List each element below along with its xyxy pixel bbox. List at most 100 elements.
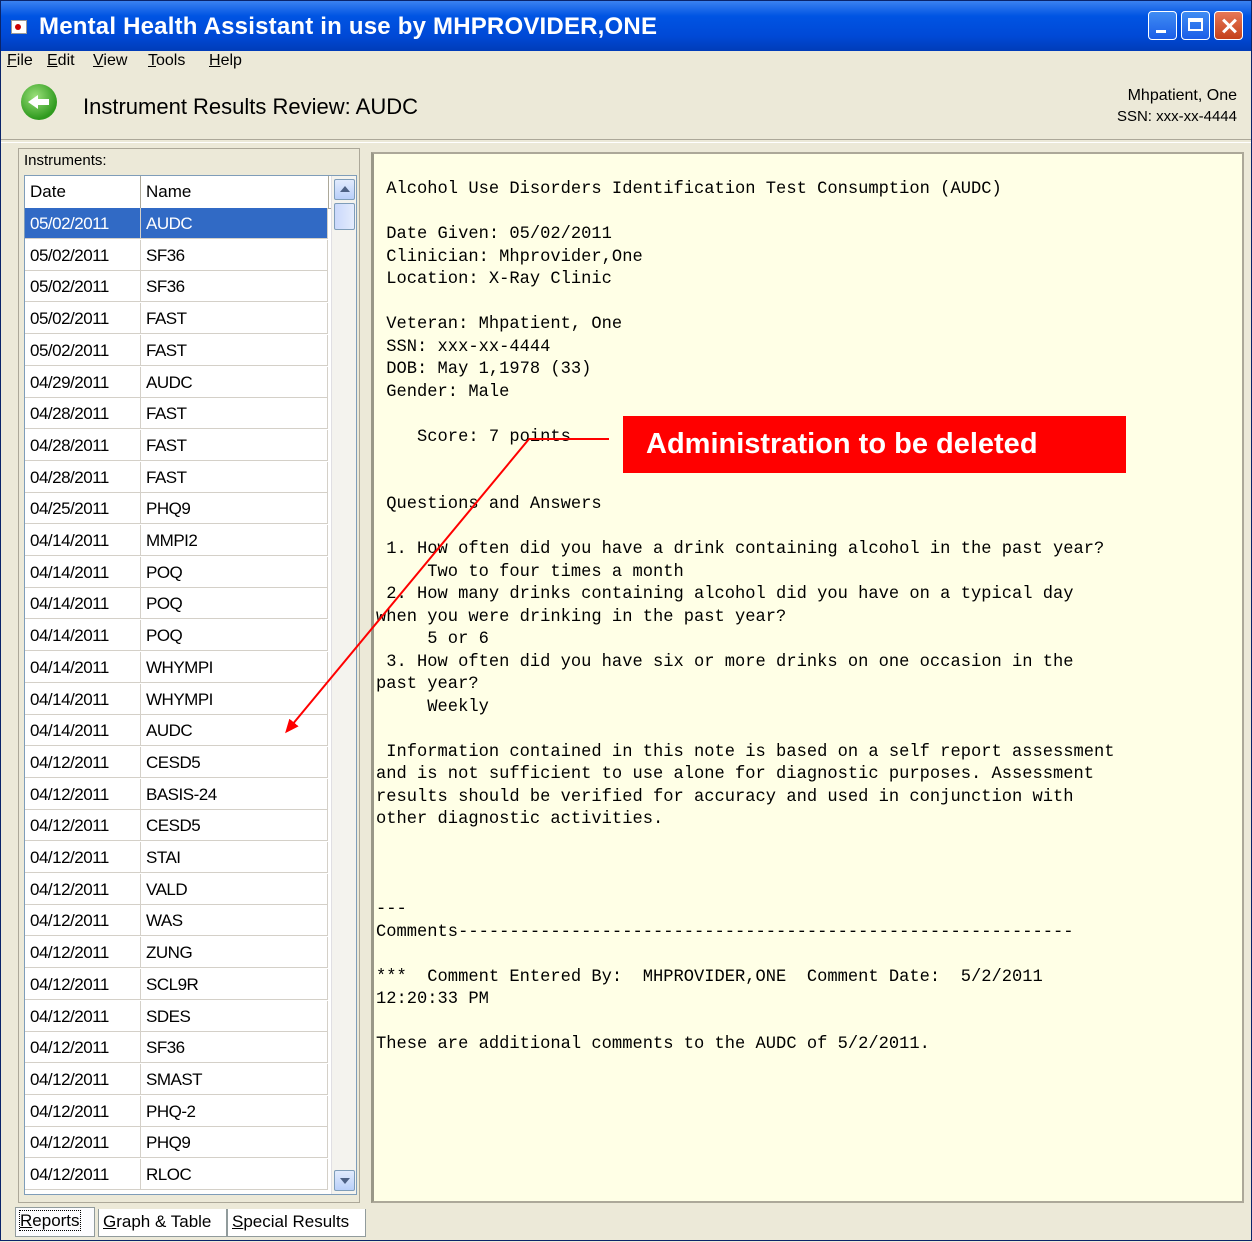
menu-view[interactable]: View bbox=[93, 52, 127, 70]
row-date: 04/12/2011 bbox=[25, 968, 141, 1000]
row-date: 04/28/2011 bbox=[25, 398, 141, 430]
menu-help[interactable]: Help bbox=[209, 52, 242, 70]
row-name: VALD bbox=[141, 873, 328, 905]
row-date: 05/02/2011 bbox=[25, 303, 141, 335]
patient-name: Mhpatient, One bbox=[1127, 87, 1237, 104]
list-scrollbar[interactable] bbox=[331, 176, 356, 1194]
column-header-date[interactable]: Date bbox=[25, 176, 141, 208]
row-date: 05/02/2011 bbox=[25, 271, 141, 303]
maximize-button[interactable] bbox=[1181, 11, 1210, 40]
minimize-button[interactable] bbox=[1148, 11, 1177, 40]
column-header-name[interactable]: Name bbox=[141, 176, 329, 208]
report-viewer[interactable]: Alcohol Use Disorders Identification Tes… bbox=[371, 152, 1244, 1203]
instruments-list[interactable]: Date Name 05/02/2011 AUDC 05/02/2011 SF36 05… bbox=[24, 175, 357, 1195]
row-name: SF36 bbox=[141, 239, 328, 271]
row-name: SCL9R bbox=[141, 968, 328, 1000]
table-row[interactable]: 05/02/2011 FAST bbox=[25, 303, 328, 335]
table-row[interactable]: 04/12/2011 SF36 bbox=[25, 1032, 328, 1064]
row-date: 04/12/2011 bbox=[25, 1127, 141, 1159]
row-name: FAST bbox=[141, 334, 328, 366]
patient-ssn: SSN: xxx-xx-4444 bbox=[1116, 108, 1237, 125]
row-date: 04/12/2011 bbox=[25, 937, 141, 969]
row-date: 04/12/2011 bbox=[25, 1032, 141, 1064]
table-row[interactable]: 04/12/2011 CESD5 bbox=[25, 746, 328, 778]
row-date: 04/28/2011 bbox=[25, 429, 141, 461]
instruments-label: Instruments: bbox=[24, 152, 107, 169]
table-row[interactable]: 04/28/2011 FAST bbox=[25, 429, 328, 461]
row-name: SF36 bbox=[141, 271, 328, 303]
table-row[interactable]: 05/02/2011 SF36 bbox=[25, 239, 328, 271]
row-date: 04/14/2011 bbox=[25, 620, 141, 652]
close-button[interactable] bbox=[1214, 11, 1243, 40]
row-date: 04/28/2011 bbox=[25, 461, 141, 493]
back-arrow-icon[interactable] bbox=[21, 84, 57, 120]
tab-special-results[interactable]: Special Results bbox=[227, 1209, 366, 1237]
table-row[interactable]: 04/12/2011 VALD bbox=[25, 873, 328, 905]
table-row[interactable]: 04/12/2011 ZUNG bbox=[25, 937, 328, 969]
row-name: RLOC bbox=[141, 1159, 328, 1190]
row-date: 04/14/2011 bbox=[25, 651, 141, 683]
table-row[interactable]: 05/02/2011 SF36 bbox=[25, 271, 328, 303]
window-title: Mental Health Assistant in use by MHPROV… bbox=[39, 13, 658, 40]
app-icon[interactable] bbox=[11, 20, 27, 34]
table-row[interactable]: 04/12/2011 RLOC bbox=[25, 1159, 328, 1190]
page-title: Instrument Results Review: AUDC bbox=[83, 94, 418, 119]
table-row[interactable]: 04/29/2011 AUDC bbox=[25, 366, 328, 398]
row-name: AUDC bbox=[141, 366, 328, 398]
table-row[interactable]: 04/14/2011 POQ bbox=[25, 620, 328, 652]
scroll-thumb[interactable] bbox=[334, 203, 355, 230]
row-date: 04/14/2011 bbox=[25, 588, 141, 620]
row-name: SMAST bbox=[141, 1063, 328, 1095]
row-date: 05/02/2011 bbox=[25, 334, 141, 366]
scroll-down-icon[interactable] bbox=[334, 1170, 355, 1191]
table-row[interactable]: 04/14/2011 MMPI2 bbox=[25, 525, 328, 556]
row-name: AUDC bbox=[141, 208, 328, 239]
row-name: WHYMPI bbox=[141, 651, 328, 683]
menu-file[interactable]: File bbox=[7, 52, 33, 70]
table-row[interactable]: 04/12/2011 SMAST bbox=[25, 1063, 328, 1095]
row-date: 04/12/2011 bbox=[25, 842, 141, 873]
row-date: 04/12/2011 bbox=[25, 810, 141, 842]
row-name: FAST bbox=[141, 303, 328, 335]
row-date: 05/02/2011 bbox=[25, 208, 141, 239]
table-row[interactable]: 04/12/2011 STAI bbox=[25, 842, 328, 873]
scroll-up-icon[interactable] bbox=[334, 179, 355, 200]
table-row[interactable]: 04/28/2011 FAST bbox=[25, 398, 328, 430]
table-row[interactable]: 04/14/2011 WHYMPI bbox=[25, 683, 328, 715]
table-row[interactable]: 04/25/2011 PHQ9 bbox=[25, 493, 328, 525]
row-date: 04/29/2011 bbox=[25, 366, 141, 398]
row-name: POQ bbox=[141, 556, 328, 588]
row-name: WAS bbox=[141, 905, 328, 937]
table-row[interactable]: 04/14/2011 WHYMPI bbox=[25, 651, 328, 683]
row-name: STAI bbox=[141, 842, 328, 873]
main-window: Mental Health Assistant in use by MHPROV… bbox=[0, 0, 1252, 1241]
menu-edit[interactable]: Edit bbox=[47, 52, 75, 70]
row-date: 04/12/2011 bbox=[25, 746, 141, 778]
table-row[interactable]: 04/28/2011 FAST bbox=[25, 461, 328, 493]
row-name: CESD5 bbox=[141, 810, 328, 842]
table-row[interactable]: 04/12/2011 PHQ-2 bbox=[25, 1095, 328, 1127]
table-row[interactable]: 05/02/2011 FAST bbox=[25, 334, 328, 366]
table-row[interactable]: 04/14/2011 AUDC bbox=[25, 715, 328, 747]
row-name: SF36 bbox=[141, 1032, 328, 1064]
row-date: 04/14/2011 bbox=[25, 715, 141, 747]
table-row[interactable]: 04/12/2011 WAS bbox=[25, 905, 328, 937]
table-row[interactable]: 04/12/2011 SDES bbox=[25, 1000, 328, 1032]
row-name: POQ bbox=[141, 588, 328, 620]
report-text: Alcohol Use Disorders Identification Tes… bbox=[376, 180, 1115, 1054]
title-bar[interactable]: Mental Health Assistant in use by MHPROV… bbox=[1, 1, 1251, 51]
menu-tools[interactable]: Tools bbox=[148, 52, 185, 70]
table-row[interactable]: 04/12/2011 PHQ9 bbox=[25, 1127, 328, 1159]
tab-graph-table[interactable]: Graph & Table bbox=[98, 1209, 227, 1237]
table-row[interactable]: 04/14/2011 POQ bbox=[25, 588, 328, 620]
table-row[interactable]: 04/12/2011 SCL9R bbox=[25, 968, 328, 1000]
row-name: AUDC bbox=[141, 715, 328, 747]
header-divider bbox=[1, 139, 1251, 143]
table-row[interactable]: 04/12/2011 CESD5 bbox=[25, 810, 328, 842]
row-date: 04/14/2011 bbox=[25, 556, 141, 588]
tab-reports[interactable]: Reports bbox=[15, 1207, 95, 1237]
table-row[interactable]: 05/02/2011 AUDC bbox=[25, 208, 328, 239]
table-row[interactable]: 04/14/2011 POQ bbox=[25, 556, 328, 588]
table-row[interactable]: 04/12/2011 BASIS-24 bbox=[25, 778, 328, 810]
row-date: 04/12/2011 bbox=[25, 1063, 141, 1095]
